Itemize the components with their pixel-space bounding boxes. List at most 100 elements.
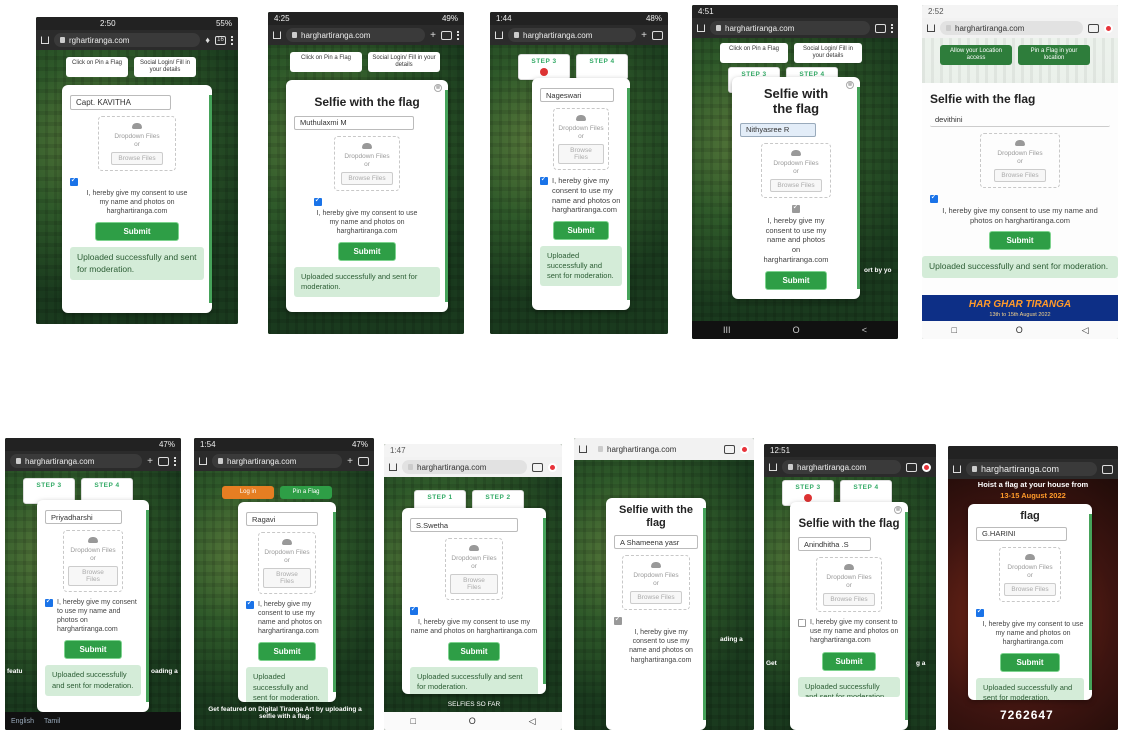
consent-checkbox[interactable] [798, 617, 806, 628]
home-icon[interactable] [579, 445, 587, 453]
new-tab-icon[interactable]: + [430, 30, 436, 41]
consent-checkbox[interactable] [930, 192, 938, 203]
name-field[interactable]: Capt. KAVITHA [70, 95, 171, 110]
home-icon[interactable] [697, 24, 705, 32]
home-icon[interactable] [953, 465, 961, 473]
home-nav-icon[interactable]: O [469, 716, 476, 726]
tab-social-login[interactable]: Social Login/ Fill in your details [794, 43, 862, 64]
language-english[interactable]: English [11, 718, 34, 725]
tabs-icon[interactable] [158, 456, 169, 466]
tab-pin-flag[interactable]: Click on Pin a Flag [66, 57, 128, 78]
submit-button[interactable]: Submit [95, 222, 179, 242]
url-bar[interactable]: harghartiranga.com [592, 442, 719, 456]
scrollbar[interactable] [445, 90, 448, 302]
url-bar[interactable]: harghartiranga.com [710, 21, 870, 35]
tab-pin-flag[interactable]: Click on Pin a Flag [720, 43, 788, 64]
browse-files-button[interactable]: Browse Files [823, 593, 875, 607]
menu-icon[interactable] [457, 30, 459, 40]
browse-files-button[interactable]: Browse Files [1004, 582, 1056, 596]
record-icon[interactable] [922, 462, 931, 472]
scrollbar[interactable] [543, 518, 546, 684]
file-dropzone[interactable]: Dropdown Files or Browse Files [980, 132, 1060, 188]
name-field[interactable]: Ragavi [246, 512, 319, 526]
name-field[interactable]: G.HARINI [976, 526, 1067, 541]
name-field[interactable]: Anindhitha .S [798, 537, 872, 552]
name-field[interactable]: Nithyasree R [740, 122, 817, 137]
home-icon[interactable] [495, 31, 503, 39]
tabs-icon[interactable] [358, 456, 369, 466]
scrollbar[interactable] [703, 508, 706, 720]
name-field[interactable]: Muthulaxmi M [294, 115, 414, 130]
tabs-icon[interactable] [724, 444, 735, 454]
tab-social-login[interactable]: Social Login/ Fill in your details [368, 52, 440, 73]
record-icon[interactable] [548, 462, 557, 472]
tabs-icon[interactable] [1102, 464, 1113, 474]
consent-checkbox[interactable] [976, 606, 984, 617]
file-dropzone[interactable]: Dropdown Files or Browse Files [334, 135, 400, 191]
tabs-icon[interactable] [906, 462, 917, 472]
tabs-icon[interactable] [532, 462, 543, 472]
scrollbar[interactable] [905, 512, 908, 720]
menu-icon[interactable] [174, 456, 176, 466]
tabs-icon[interactable] [875, 23, 886, 33]
url-bar[interactable]: harghartiranga.com [940, 21, 1083, 35]
url-bar[interactable]: rghartiranga.com [54, 33, 201, 47]
submit-button[interactable]: Submit [989, 231, 1051, 251]
consent-checkbox[interactable] [314, 195, 322, 206]
new-tab-icon[interactable]: + [347, 456, 353, 467]
tab-pin-flag[interactable]: Pin a Flag in your location [1018, 45, 1090, 66]
menu-icon[interactable] [231, 35, 233, 45]
close-icon[interactable]: ⊗ [434, 84, 442, 92]
back-icon[interactable]: < [862, 325, 867, 335]
scrollbar[interactable] [857, 87, 860, 289]
home-icon[interactable] [41, 36, 49, 44]
consent-checkbox[interactable] [45, 596, 53, 607]
step-3[interactable]: STEP 3 [518, 54, 570, 80]
menu-icon[interactable] [891, 23, 893, 33]
tab-pin-flag[interactable]: Pin a Flag [280, 486, 332, 500]
step-4[interactable]: STEP 4 [576, 54, 628, 80]
home-icon[interactable] [199, 457, 207, 465]
file-dropzone[interactable]: Dropdown Files or Browse Files [258, 532, 316, 594]
consent-checkbox[interactable] [246, 598, 254, 609]
home-icon[interactable] [273, 31, 281, 39]
url-bar[interactable]: harghartiranga.com [508, 28, 637, 42]
back-icon[interactable]: ◁ [529, 716, 536, 727]
submit-button[interactable]: Submit [765, 270, 827, 290]
name-field[interactable]: devithini [930, 113, 1110, 127]
home-nav-icon[interactable]: O [1016, 325, 1023, 335]
browse-files-button[interactable]: Browse Files [341, 171, 393, 185]
name-field[interactable]: A Shameena yasr [614, 535, 698, 550]
url-bar[interactable]: harghartiranga.com [402, 460, 527, 474]
url-bar[interactable]: harghartiranga.com [286, 28, 426, 42]
file-dropzone[interactable]: Dropdown Files or Browse Files [553, 108, 609, 170]
language-tamil[interactable]: Tamil [44, 718, 60, 725]
name-field[interactable]: Nageswari [540, 88, 614, 102]
url-bar[interactable]: harghartiranga.com [782, 460, 901, 474]
mic-icon[interactable]: ♦ [205, 35, 210, 45]
back-icon[interactable]: ◁ [1082, 325, 1089, 336]
tab-pin-flag[interactable]: Click on Pin a Flag [290, 52, 362, 73]
browse-files-button[interactable]: Browse Files [68, 566, 118, 586]
scrollbar[interactable] [209, 95, 212, 303]
browse-files-button[interactable]: Browse Files [263, 568, 311, 588]
browse-files-button[interactable]: Browse Files [994, 168, 1046, 182]
submit-button[interactable]: Submit [448, 642, 500, 662]
submit-button[interactable]: Submit [337, 242, 397, 262]
browse-files-button[interactable]: Browse Files [770, 178, 822, 192]
consent-checkbox[interactable] [410, 604, 418, 615]
home-icon[interactable] [389, 463, 397, 471]
file-dropzone[interactable]: Dropdown Files or Browse Files [622, 555, 690, 611]
browse-files-button[interactable]: Browse Files [558, 144, 604, 164]
close-icon[interactable]: ⊗ [846, 81, 854, 89]
tab-social-login[interactable]: Social Login/ Fill in your details [134, 57, 196, 78]
tab-login[interactable]: Log in [222, 486, 274, 500]
record-icon[interactable] [740, 444, 749, 454]
scrollbar[interactable] [333, 512, 336, 692]
submit-button[interactable]: Submit [553, 221, 609, 240]
browse-files-button[interactable]: Browse Files [111, 152, 163, 165]
file-dropzone[interactable]: Dropdown Files or Browse Files [444, 538, 504, 600]
tabs-icon[interactable] [652, 30, 663, 40]
recents-icon[interactable]: □ [951, 325, 956, 335]
file-dropzone[interactable]: Dropdown Files or Browse Files [98, 116, 176, 171]
